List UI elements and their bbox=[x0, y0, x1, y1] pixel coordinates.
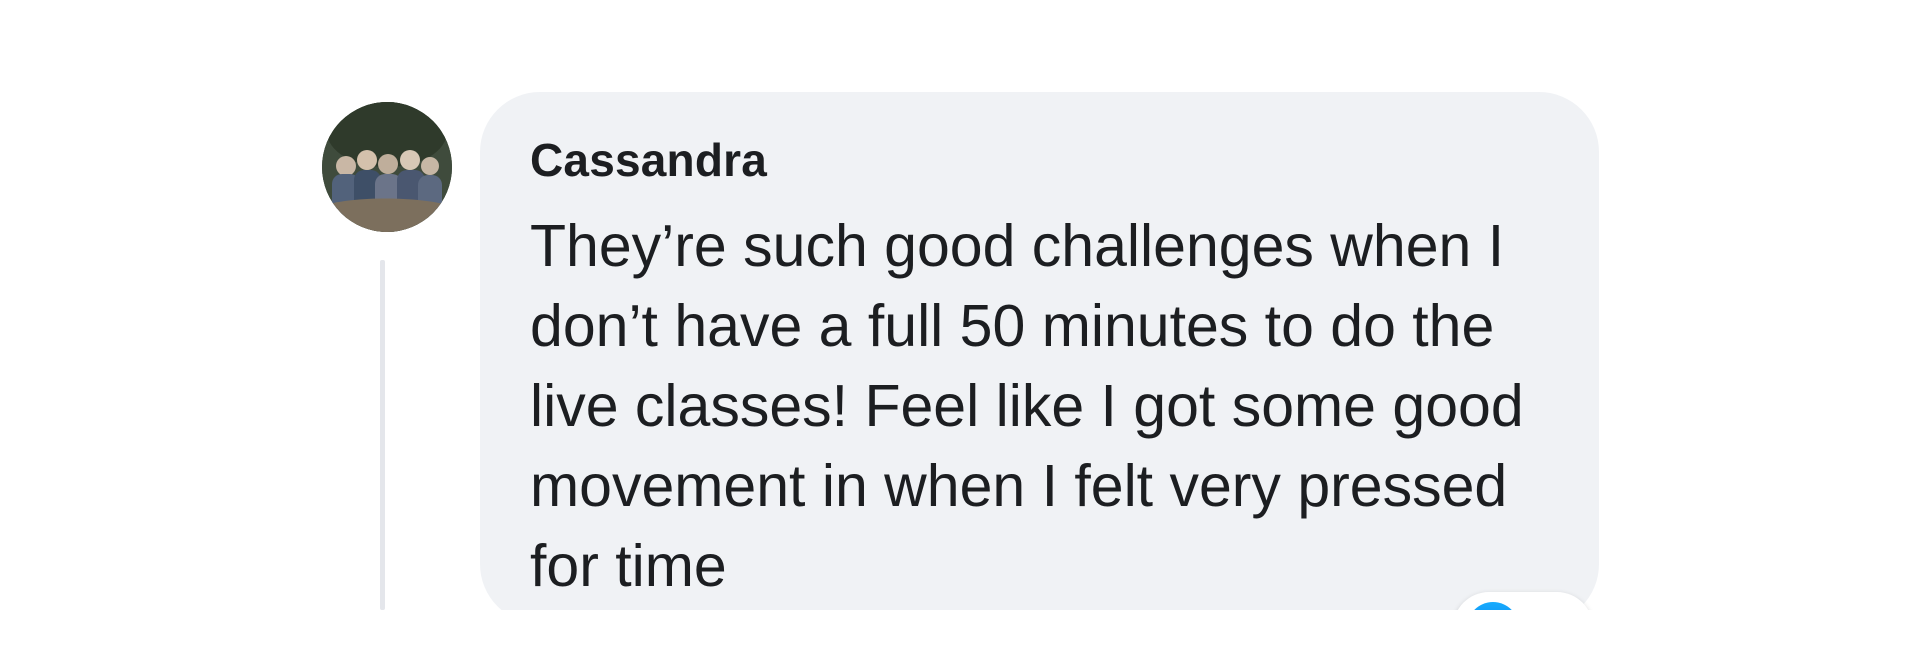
comment-thread: Cassandra They’re such good challenges w… bbox=[0, 0, 1919, 610]
avatar[interactable] bbox=[322, 102, 452, 232]
like-icon bbox=[1467, 602, 1519, 610]
avatar-photo-icon bbox=[322, 102, 452, 232]
comment-author[interactable]: Cassandra bbox=[530, 132, 1549, 190]
comment-text: They’re such good challenges when I don’… bbox=[530, 212, 1524, 599]
comment-bubble: Cassandra They’re such good challenges w… bbox=[480, 92, 1599, 610]
reaction-count-pill[interactable] bbox=[1453, 592, 1593, 610]
thread-line bbox=[380, 260, 385, 610]
